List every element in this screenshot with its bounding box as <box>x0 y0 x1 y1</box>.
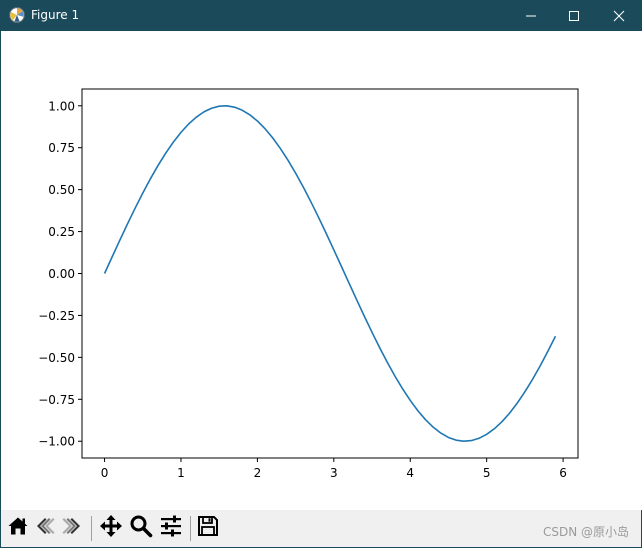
navigation-toolbar: CSDN @原小岛 <box>1 510 641 547</box>
maximize-button[interactable] <box>552 0 596 31</box>
y-tick-label: −0.75 <box>38 393 75 407</box>
pan-move-icon <box>99 514 123 542</box>
back-button[interactable] <box>33 516 57 540</box>
y-tick-label: −0.25 <box>38 309 75 323</box>
minimize-button[interactable] <box>509 0 553 31</box>
y-tick-label: 0.00 <box>48 267 75 281</box>
x-tick-label: 3 <box>330 466 338 480</box>
close-icon <box>613 10 625 22</box>
figure-window: Figure 1 0 1 2 3 4 5 6 1.00 0.75 0.50 0.25 0.00 −0.2… <box>0 0 642 548</box>
x-tick-label: 6 <box>559 466 567 480</box>
series-line-0 <box>103 105 557 443</box>
window-title: Figure 1 <box>31 8 80 22</box>
title-bar[interactable]: Figure 1 <box>1 0 642 31</box>
pan-button[interactable] <box>99 514 123 542</box>
save-button[interactable] <box>196 516 220 540</box>
save-floppy-icon <box>197 515 219 541</box>
x-tick-label: 0 <box>101 466 109 480</box>
x-tick-label: 5 <box>483 466 491 480</box>
zoom-magnifier-icon <box>129 514 153 542</box>
configure-subplots-button[interactable] <box>159 514 183 542</box>
y-tick-label: 1.00 <box>48 99 75 113</box>
x-tick-label: 1 <box>177 466 185 480</box>
y-tick-label: −0.50 <box>38 351 75 365</box>
zoom-button[interactable] <box>129 514 153 542</box>
y-tick-label: 0.75 <box>48 141 75 155</box>
y-tick-label: 0.50 <box>48 183 75 197</box>
maximize-icon <box>568 10 580 22</box>
figure-canvas[interactable]: 0 1 2 3 4 5 6 1.00 0.75 0.50 0.25 0.00 −0.25 −0.50 −0.… <box>1 31 642 510</box>
toolbar-separator <box>190 516 191 541</box>
x-tick-label: 2 <box>254 466 262 480</box>
configure-subplots-icon <box>159 514 183 542</box>
close-button[interactable] <box>597 0 641 31</box>
back-arrow-icon <box>34 515 56 541</box>
minimize-icon <box>525 10 537 22</box>
y-tick-label: 0.25 <box>48 225 75 239</box>
x-tick-label: 4 <box>406 466 414 480</box>
home-icon <box>7 515 29 541</box>
forward-button[interactable] <box>60 516 84 540</box>
home-button[interactable] <box>6 516 30 540</box>
forward-arrow-icon <box>61 515 83 541</box>
csdn-watermark: CSDN @原小岛 <box>542 525 629 539</box>
matplotlib-logo-icon <box>9 7 25 23</box>
toolbar-separator <box>91 516 92 541</box>
y-tick-label: −1.00 <box>38 435 75 449</box>
axes-frame <box>81 88 579 459</box>
line-chart: 0 1 2 3 4 5 6 1.00 0.75 0.50 0.25 0.00 −0.25 −0.50 −0.… <box>38 88 579 480</box>
